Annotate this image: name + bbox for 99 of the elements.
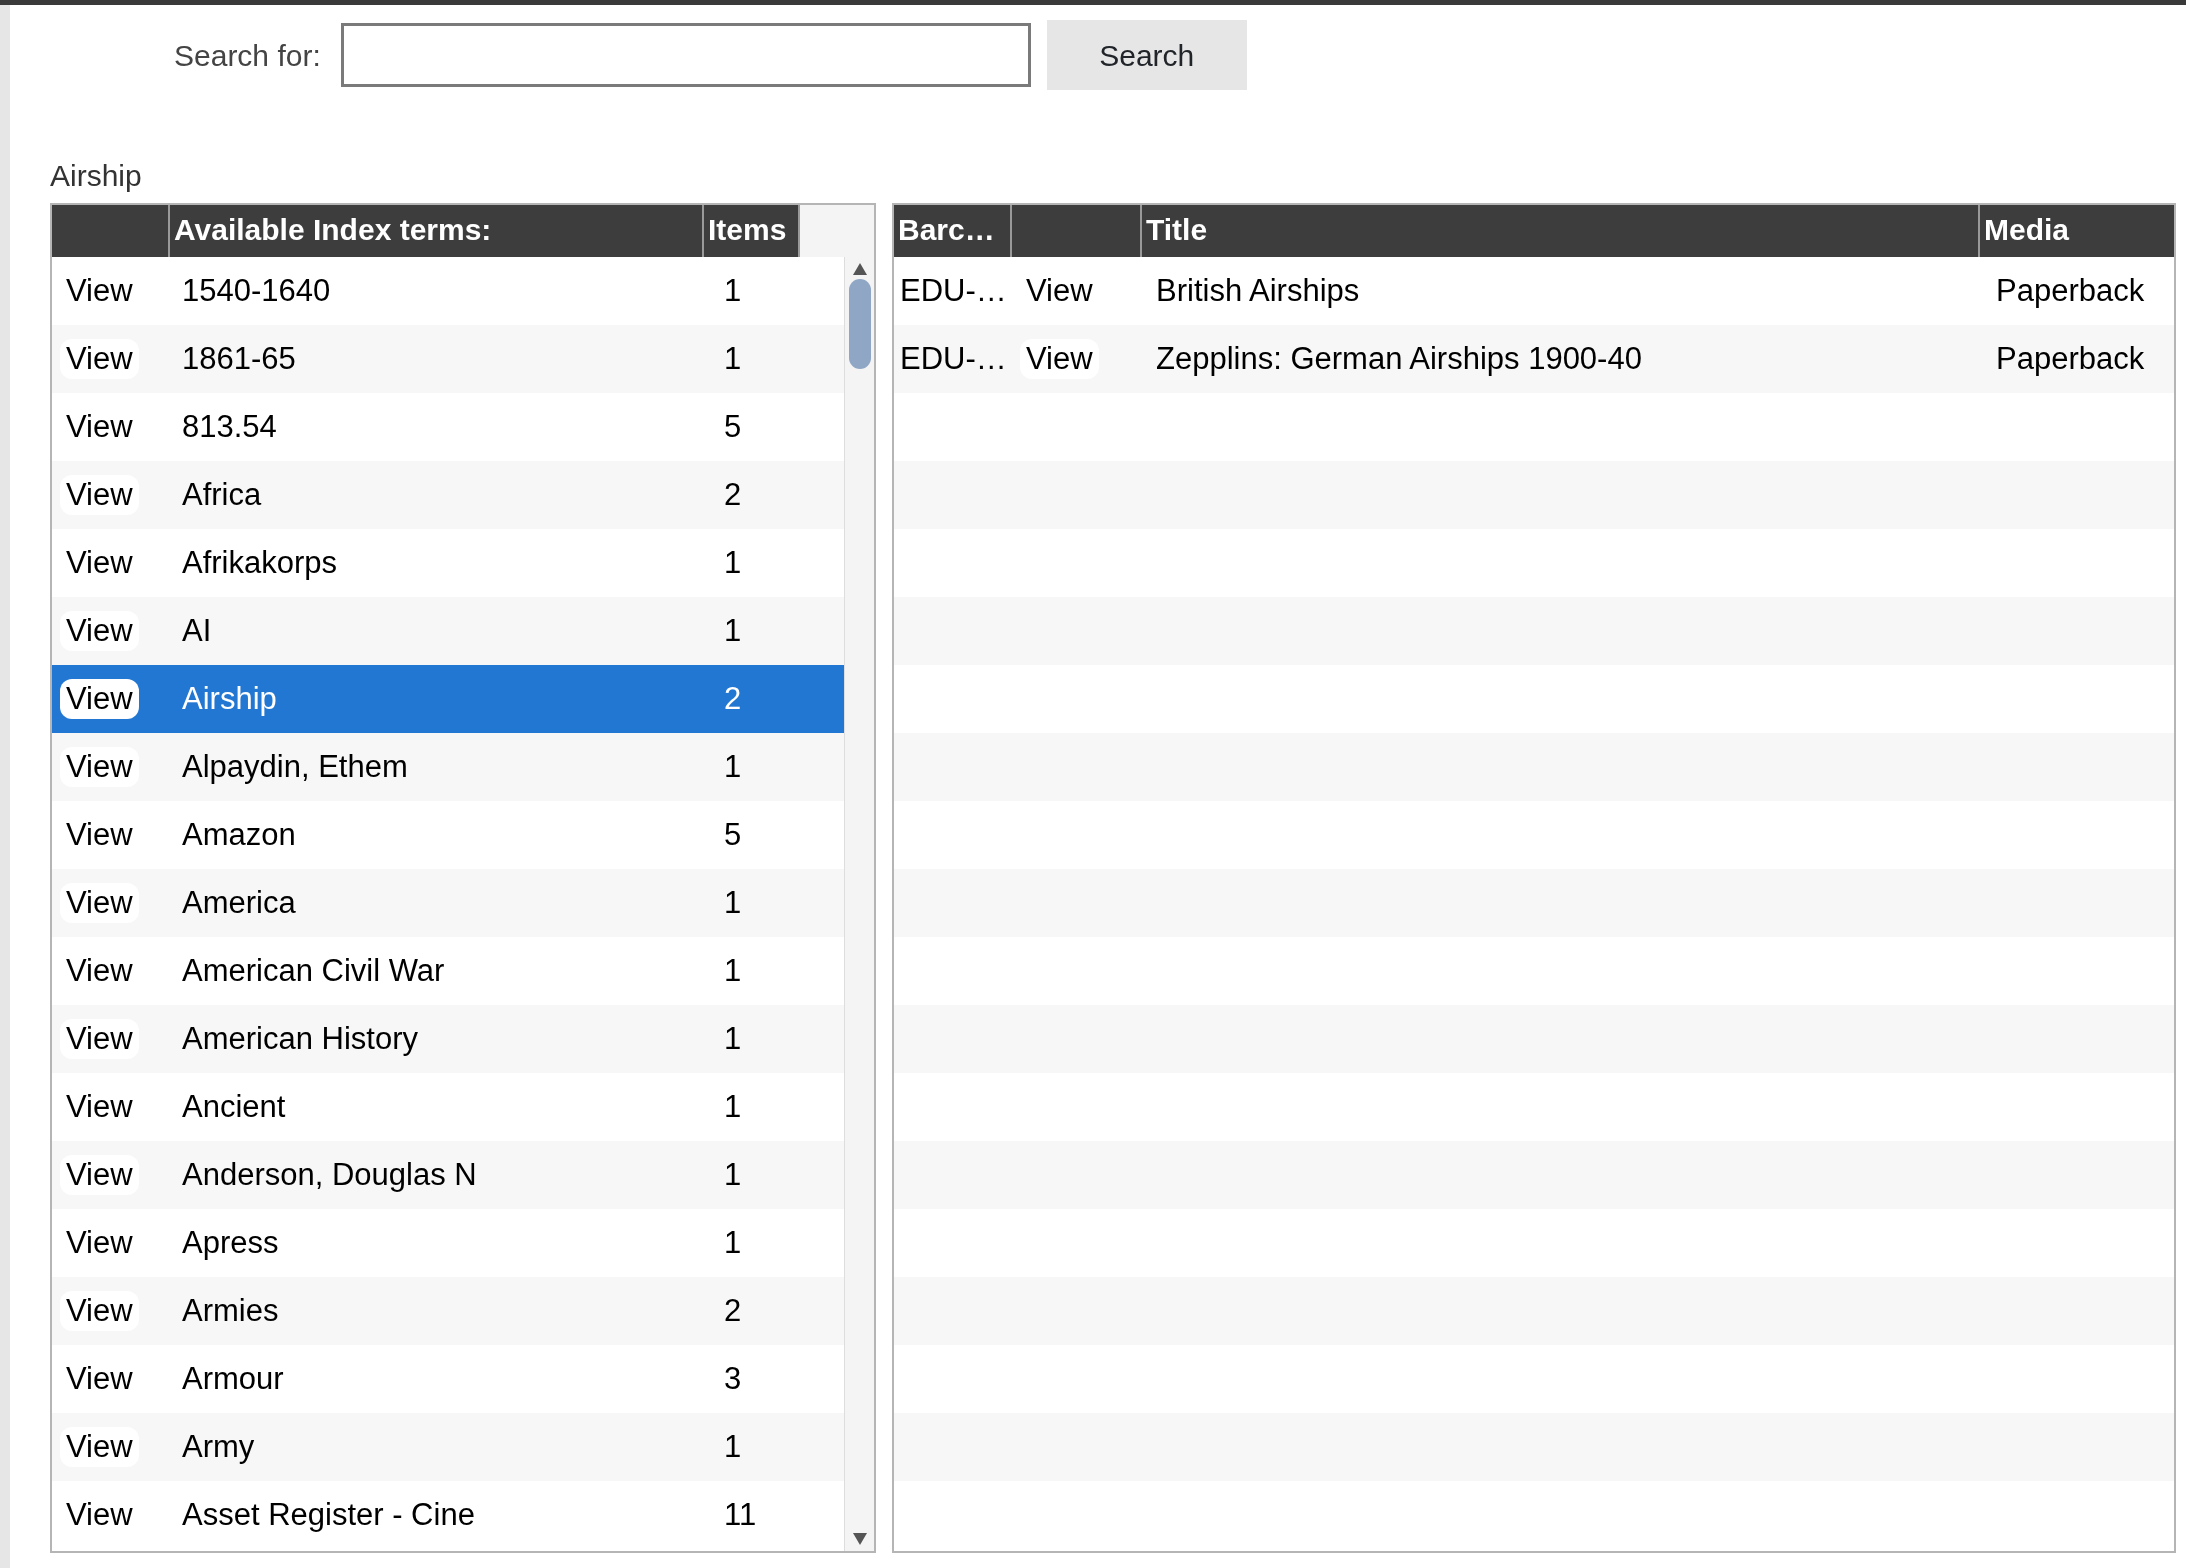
table-row[interactable]: View Afrikakorps 1 xyxy=(52,529,844,597)
view-button[interactable]: View xyxy=(60,610,139,651)
table-row[interactable]: EDU-… View Zepplins: German Airships 1900-40 Paperback xyxy=(894,325,2174,393)
term-cell-text: Apress xyxy=(181,1223,280,1262)
table-row[interactable]: View Armies 2 xyxy=(52,1277,844,1345)
term-cell-text: Amazon xyxy=(181,815,297,854)
items-cell-text: 5 xyxy=(723,815,742,854)
title-cell-text: Zepplins: German Airships 1900-40 xyxy=(1155,339,1643,378)
term-cell-text: Ancient xyxy=(181,1087,287,1126)
term-cell-text: 1861-65 xyxy=(181,339,297,378)
table-row[interactable]: View Ancient 1 xyxy=(52,1073,844,1141)
title-cell-text: British Airships xyxy=(1155,271,1361,310)
view-button[interactable]: View xyxy=(60,1086,139,1127)
column-header: Title xyxy=(1142,205,1980,257)
items-cell-text: 1 xyxy=(723,1223,742,1262)
term-cell-text: American History xyxy=(181,1019,419,1058)
term-cell-text: Asset Register - Cine xyxy=(181,1495,476,1534)
media-cell-text: Paperback xyxy=(1995,271,2145,310)
view-button[interactable]: View xyxy=(60,1154,139,1195)
term-cell-text: AI xyxy=(181,611,213,650)
view-button[interactable]: View xyxy=(60,1018,139,1059)
items-cell-text: 2 xyxy=(723,679,742,718)
items-cell-text: 1 xyxy=(723,1155,742,1194)
term-cell-text: Anderson, Douglas N xyxy=(181,1155,478,1194)
view-button[interactable]: View xyxy=(60,1426,139,1467)
table-row[interactable]: View Africa 2 xyxy=(52,461,844,529)
table-row[interactable]: View 1540-1640 1 xyxy=(52,257,844,325)
items-cell-text: 1 xyxy=(723,611,742,650)
term-cell-text: Armour xyxy=(181,1359,285,1398)
table-row[interactable]: View 813.54 5 xyxy=(52,393,844,461)
items-cell-text: 2 xyxy=(723,475,742,514)
term-cell-text: 813.54 xyxy=(181,407,278,446)
items-cell-text: 1 xyxy=(723,1087,742,1126)
table-row[interactable]: View America 1 xyxy=(52,869,844,937)
items-cell-text: 1 xyxy=(723,271,742,310)
view-button[interactable]: View xyxy=(60,406,139,447)
table-row[interactable]: View Army 1 xyxy=(52,1413,844,1481)
view-button[interactable]: View xyxy=(60,474,139,515)
term-cell-text: American Civil War xyxy=(181,951,446,990)
term-cell-text: 1540-1640 xyxy=(181,271,332,310)
table-row[interactable]: View AI 1 xyxy=(52,597,844,665)
term-cell-text: Armies xyxy=(181,1291,280,1330)
column-header: Media xyxy=(1980,205,2174,257)
items-cell-text: 11 xyxy=(723,1495,757,1534)
items-cell-text: 1 xyxy=(723,883,742,922)
table-row[interactable]: View Airship 2 xyxy=(52,665,844,733)
table-row[interactable]: View American Civil War 1 xyxy=(52,937,844,1005)
table-row[interactable]: View American History 1 xyxy=(52,1005,844,1073)
term-cell-text: Africa xyxy=(181,475,263,514)
table-row[interactable]: View Alpaydin, Ethem 1 xyxy=(52,733,844,801)
view-button[interactable]: View xyxy=(60,1494,139,1535)
term-cell-text: Afrikakorps xyxy=(181,543,339,582)
items-cell-text: 3 xyxy=(723,1359,742,1398)
column-header: Items xyxy=(704,205,800,257)
items-cell-text: 5 xyxy=(723,407,742,446)
table-row[interactable]: EDU-… View British Airships Paperback xyxy=(894,257,2174,325)
table-row[interactable]: View Asset Register - Cine 11 xyxy=(52,1481,844,1549)
view-button[interactable]: View xyxy=(60,746,139,787)
table-row[interactable]: View Amazon 5 xyxy=(52,801,844,869)
selected-term-heading: Airship xyxy=(50,158,143,194)
term-cell-text: Alpaydin, Ethem xyxy=(181,747,409,786)
table-row[interactable]: View 1861-65 1 xyxy=(52,325,844,393)
scroll-down-icon[interactable] xyxy=(852,1533,867,1545)
barcode-cell-text: EDU-… xyxy=(899,339,1008,378)
items-cell-text: 1 xyxy=(723,951,742,990)
table-row[interactable]: View Armour 3 xyxy=(52,1345,844,1413)
view-button[interactable]: View xyxy=(60,1358,139,1399)
scroll-up-icon[interactable] xyxy=(852,263,867,275)
scrollbar-thumb[interactable] xyxy=(848,279,871,369)
items-cell-text: 1 xyxy=(723,1427,742,1466)
scrollbar[interactable] xyxy=(844,257,874,1551)
view-button[interactable]: View xyxy=(60,270,139,311)
view-button[interactable]: View xyxy=(1020,270,1099,311)
view-button[interactable]: View xyxy=(1020,338,1099,379)
table-row[interactable]: View Anderson, Douglas N 1 xyxy=(52,1141,844,1209)
items-cell-text: 1 xyxy=(723,747,742,786)
view-button[interactable]: View xyxy=(60,678,139,719)
view-button[interactable]: View xyxy=(60,338,139,379)
barcode-cell-text: EDU-… xyxy=(899,271,1008,310)
view-button[interactable]: View xyxy=(60,1290,139,1331)
search-button[interactable]: Search xyxy=(1046,20,1247,90)
items-cell-text: 1 xyxy=(723,1019,742,1058)
search-label: Search for: xyxy=(174,37,321,74)
view-button[interactable]: View xyxy=(60,542,139,583)
view-button[interactable]: View xyxy=(60,950,139,991)
view-button[interactable]: View xyxy=(60,814,139,855)
column-header: Available Index terms: xyxy=(170,205,704,257)
term-cell-text: Airship xyxy=(181,679,278,718)
search-field[interactable] xyxy=(340,23,1031,87)
term-cell-text: America xyxy=(181,883,297,922)
items-cell-text: 1 xyxy=(723,543,742,582)
column-header: Barc… xyxy=(894,205,1012,257)
table-row[interactable]: View Apress 1 xyxy=(52,1209,844,1277)
view-button[interactable]: View xyxy=(60,882,139,923)
view-button[interactable]: View xyxy=(60,1222,139,1263)
term-cell-text: Army xyxy=(181,1427,256,1466)
items-cell-text: 1 xyxy=(723,339,742,378)
media-cell-text: Paperback xyxy=(1995,339,2145,378)
items-cell-text: 2 xyxy=(723,1291,742,1330)
